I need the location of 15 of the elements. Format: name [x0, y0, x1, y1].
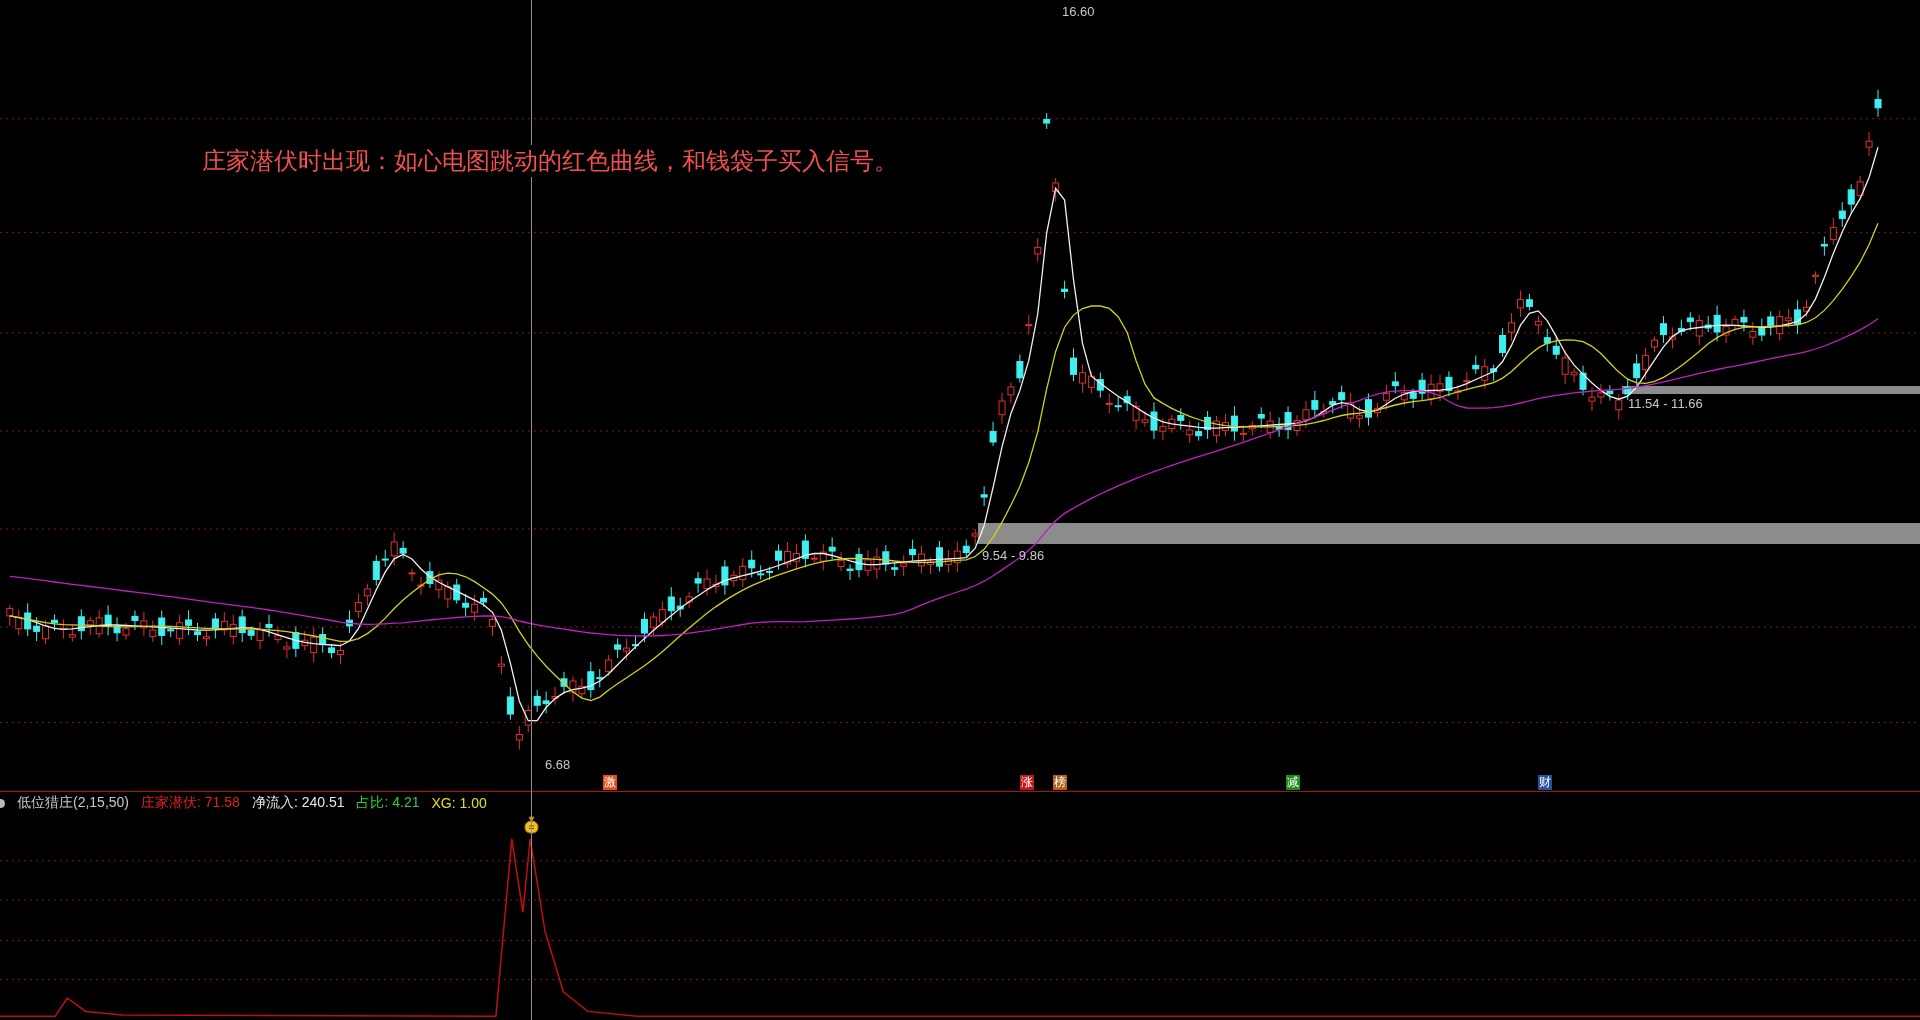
- indicator-value: 低位猎庄(2,15,50): [17, 794, 130, 812]
- indicator-value: 占比: 4.21: [356, 794, 420, 812]
- signal-badge: 激: [603, 775, 617, 790]
- price-label: 6.68: [545, 757, 571, 772]
- signal-badge: 财: [1538, 775, 1552, 790]
- indicator-value: XG: 1.00: [431, 795, 487, 811]
- indicator-value: 庄家潜伏: 71.58: [141, 794, 240, 812]
- price-label: 16.60: [1062, 4, 1095, 19]
- indicator-value: 净流入: 240.51: [251, 794, 345, 812]
- money-bag-icon: [524, 816, 539, 834]
- signal-badge: 涨: [1020, 775, 1034, 790]
- price-label: 11.54 - 11.66: [1628, 396, 1703, 411]
- price-label: 9.54 - 9.86: [982, 548, 1045, 563]
- signal-badge: 榜: [1053, 775, 1067, 790]
- signal-badge: 减: [1286, 775, 1300, 790]
